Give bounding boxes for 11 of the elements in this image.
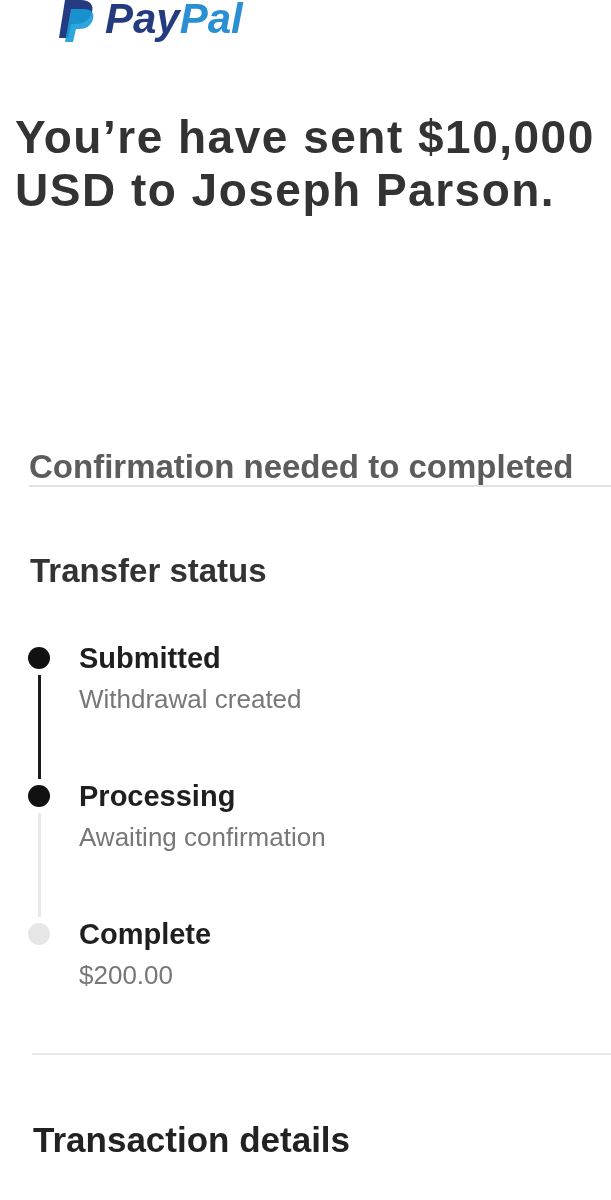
section-title: Transaction details [33, 1119, 351, 1161]
step-title: Processing [79, 779, 236, 813]
section-title: Transfer status [30, 551, 267, 591]
step-detail: Withdrawal created [79, 683, 302, 716]
step-detail: $200.00 [79, 959, 173, 992]
step-title: Submitted [79, 641, 221, 675]
logo-icon [56, 0, 96, 42]
confirmation-notice: Confirmation needed to completed [29, 449, 574, 485]
headline: You’re have sent $10,000 USD to Joseph Parson. [15, 111, 596, 217]
step-title: Complete [79, 917, 212, 951]
step-detail: Awaiting confirmation [79, 821, 326, 854]
